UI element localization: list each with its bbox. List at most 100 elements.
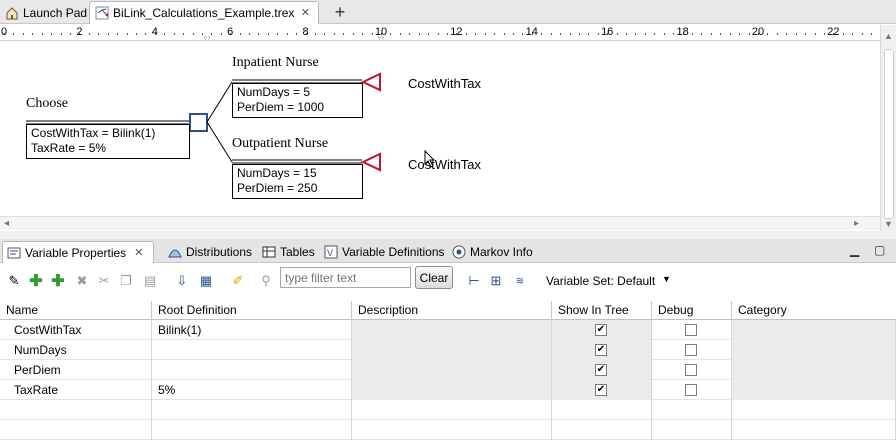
variable-list-icon[interactable]: ▦ (198, 273, 214, 289)
table-cell[interactable] (732, 420, 896, 440)
table-cell[interactable] (352, 380, 552, 400)
tree-canvas[interactable]: Choose CostWithTax = Bilink(1) TaxRate =… (0, 42, 864, 216)
close-icon[interactable]: ✕ (134, 246, 143, 259)
table-cell[interactable] (352, 400, 552, 420)
show-in-tree-checkbox[interactable]: ✔ (595, 384, 607, 396)
vertical-scrollbar[interactable]: ▲ ▼ (880, 25, 896, 231)
column-header[interactable]: Category (732, 301, 896, 320)
paste-icon[interactable]: ▤ (142, 273, 158, 289)
branch-vars-outpatient[interactable]: NumDays = 15 PerDiem = 250 (232, 164, 363, 199)
table-cell[interactable] (732, 320, 896, 340)
maximize-icon[interactable]: ▢ (874, 243, 885, 257)
filter-input[interactable] (280, 267, 411, 288)
import-variables-icon[interactable]: ⇩ (174, 273, 190, 289)
table-cell[interactable] (732, 400, 896, 420)
column-header[interactable]: Description (352, 301, 552, 320)
table-cell[interactable] (152, 340, 352, 360)
debug-checkbox[interactable] (685, 344, 697, 356)
scrollbar-thumb[interactable] (884, 49, 894, 219)
terminal-label-inpatient[interactable]: CostWithTax (408, 76, 481, 91)
column-header[interactable]: Debug (652, 301, 732, 320)
debug-checkbox[interactable] (685, 364, 697, 376)
table-cell[interactable] (552, 400, 652, 420)
copy-icon[interactable]: ❐ (118, 273, 134, 289)
table-cell[interactable] (652, 320, 732, 340)
new-tab-button[interactable]: + (328, 2, 352, 22)
table-cell[interactable] (652, 360, 732, 380)
minimize-icon[interactable]: ▁ (850, 243, 859, 257)
show-in-tree-checkbox[interactable]: ✔ (595, 324, 607, 336)
table-cell[interactable] (552, 420, 652, 440)
show-in-tree-checkbox[interactable]: ✔ (595, 364, 607, 376)
table-cell[interactable] (732, 380, 896, 400)
tab-bilink-file[interactable]: BiLink_Calculations_Example.trex ✕ (89, 1, 319, 24)
table-cell[interactable]: ✔ (552, 340, 652, 360)
close-icon[interactable]: ✕ (301, 6, 310, 19)
table-cell[interactable] (152, 360, 352, 380)
show-in-tree-checkbox[interactable]: ✔ (595, 344, 607, 356)
table-cell[interactable] (732, 340, 896, 360)
tab-variable-definitions[interactable]: V Variable Definitions (320, 241, 445, 263)
table-cell[interactable] (152, 400, 352, 420)
table-cell[interactable] (732, 360, 896, 380)
tab-tables[interactable]: Tables (258, 241, 315, 263)
tree-view-icon[interactable]: ⊢ (466, 273, 482, 289)
table-cell[interactable]: CostWithTax (0, 320, 152, 340)
table-cell[interactable] (352, 360, 552, 380)
table-cell[interactable]: ✔ (552, 380, 652, 400)
variable-set-label[interactable]: Variable Set: Default (546, 274, 655, 288)
table-cell[interactable] (352, 420, 552, 440)
scroll-left-icon[interactable]: ◂ (4, 217, 9, 231)
sens-analysis-icon[interactable]: ≋ (512, 273, 528, 289)
ruler-marker-icon[interactable]: ▽ (204, 35, 210, 40)
column-header[interactable]: Root Definition (152, 301, 352, 320)
table-row[interactable]: PerDiem ✔ (0, 360, 896, 380)
table-cell[interactable] (0, 400, 152, 420)
table-cell[interactable]: TaxRate (0, 380, 152, 400)
table-cell[interactable] (0, 420, 152, 440)
horizontal-scrollbar[interactable]: ◂ ▸ (0, 216, 880, 230)
chevron-down-icon[interactable]: ▼ (662, 274, 671, 284)
hierarchy-icon[interactable]: ⊞ (488, 273, 504, 289)
tab-markov-info[interactable]: Markov Info (448, 241, 533, 263)
scroll-right-icon[interactable]: ▸ (854, 217, 859, 231)
table-cell[interactable] (652, 380, 732, 400)
table-cell[interactable]: ✔ (552, 320, 652, 340)
add-variable-icon[interactable]: ✚ (28, 273, 44, 290)
choice-node-vars[interactable]: CostWithTax = Bilink(1) TaxRate = 5% (26, 124, 190, 159)
column-header[interactable]: Name (0, 301, 152, 320)
branch-vars-inpatient[interactable]: NumDays = 5 PerDiem = 1000 (232, 83, 363, 118)
pin-icon[interactable]: ⚲ (258, 273, 274, 289)
add-child-variable-icon[interactable]: ✚ (50, 273, 66, 290)
table-cell[interactable]: ✔ (552, 360, 652, 380)
table-cell[interactable]: NumDays (0, 340, 152, 360)
table-cell[interactable]: PerDiem (0, 360, 152, 380)
table-cell[interactable]: 5% (152, 380, 352, 400)
clear-button[interactable]: Clear (415, 266, 453, 289)
table-cell[interactable] (652, 420, 732, 440)
highlight-icon[interactable]: ✐ (230, 273, 246, 289)
debug-checkbox[interactable] (685, 324, 697, 336)
ruler-marker-icon[interactable]: ▽ (378, 35, 384, 40)
tab-launch-pad[interactable]: Launch Pad (0, 1, 88, 24)
tab-variable-properties[interactable]: Variable Properties ✕ (2, 241, 154, 263)
terminal-label-outpatient[interactable]: CostWithTax (408, 157, 481, 172)
table-cell[interactable] (652, 340, 732, 360)
scroll-down-icon[interactable]: ▼ (884, 219, 893, 229)
table-cell[interactable] (352, 340, 552, 360)
table-cell[interactable] (152, 420, 352, 440)
table-cell[interactable] (352, 320, 552, 340)
table-row[interactable] (0, 420, 896, 440)
delete-icon[interactable]: ✖ (74, 273, 90, 289)
panel-divider[interactable] (0, 231, 896, 239)
table-row[interactable]: CostWithTax Bilink(1) ✔ (0, 320, 896, 340)
branch-title-inpatient[interactable]: Inpatient Nurse (232, 55, 319, 71)
column-header[interactable]: Show In Tree (552, 301, 652, 320)
table-row[interactable]: NumDays ✔ (0, 340, 896, 360)
table-cell[interactable]: Bilink(1) (152, 320, 352, 340)
branch-title-outpatient[interactable]: Outpatient Nurse (232, 136, 328, 152)
edit-pencil-icon[interactable]: ✎ (6, 273, 22, 289)
table-row[interactable] (0, 400, 896, 420)
debug-checkbox[interactable] (685, 384, 697, 396)
tab-distributions[interactable]: Distributions (164, 241, 252, 263)
